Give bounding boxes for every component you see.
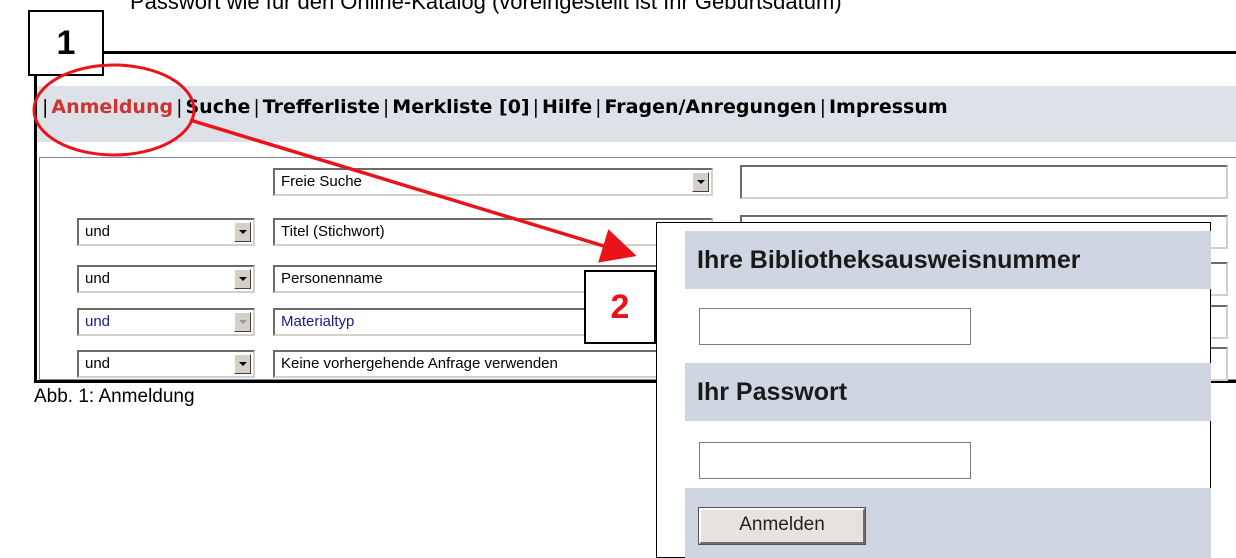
login-button[interactable]: Anmelden	[698, 507, 866, 545]
password-input[interactable]	[699, 442, 971, 479]
callout-badge-2: 2	[584, 270, 656, 344]
password-label: Ihr Passwort	[685, 363, 1211, 421]
card-number-input[interactable]	[699, 308, 971, 345]
callout-arrow	[189, 118, 637, 263]
login-panel: Ihre Bibliotheksausweisnummer Ihr Passwo…	[656, 222, 1211, 558]
card-number-label: Ihre Bibliotheksausweisnummer	[685, 231, 1211, 289]
highlight-ellipse	[32, 63, 196, 157]
